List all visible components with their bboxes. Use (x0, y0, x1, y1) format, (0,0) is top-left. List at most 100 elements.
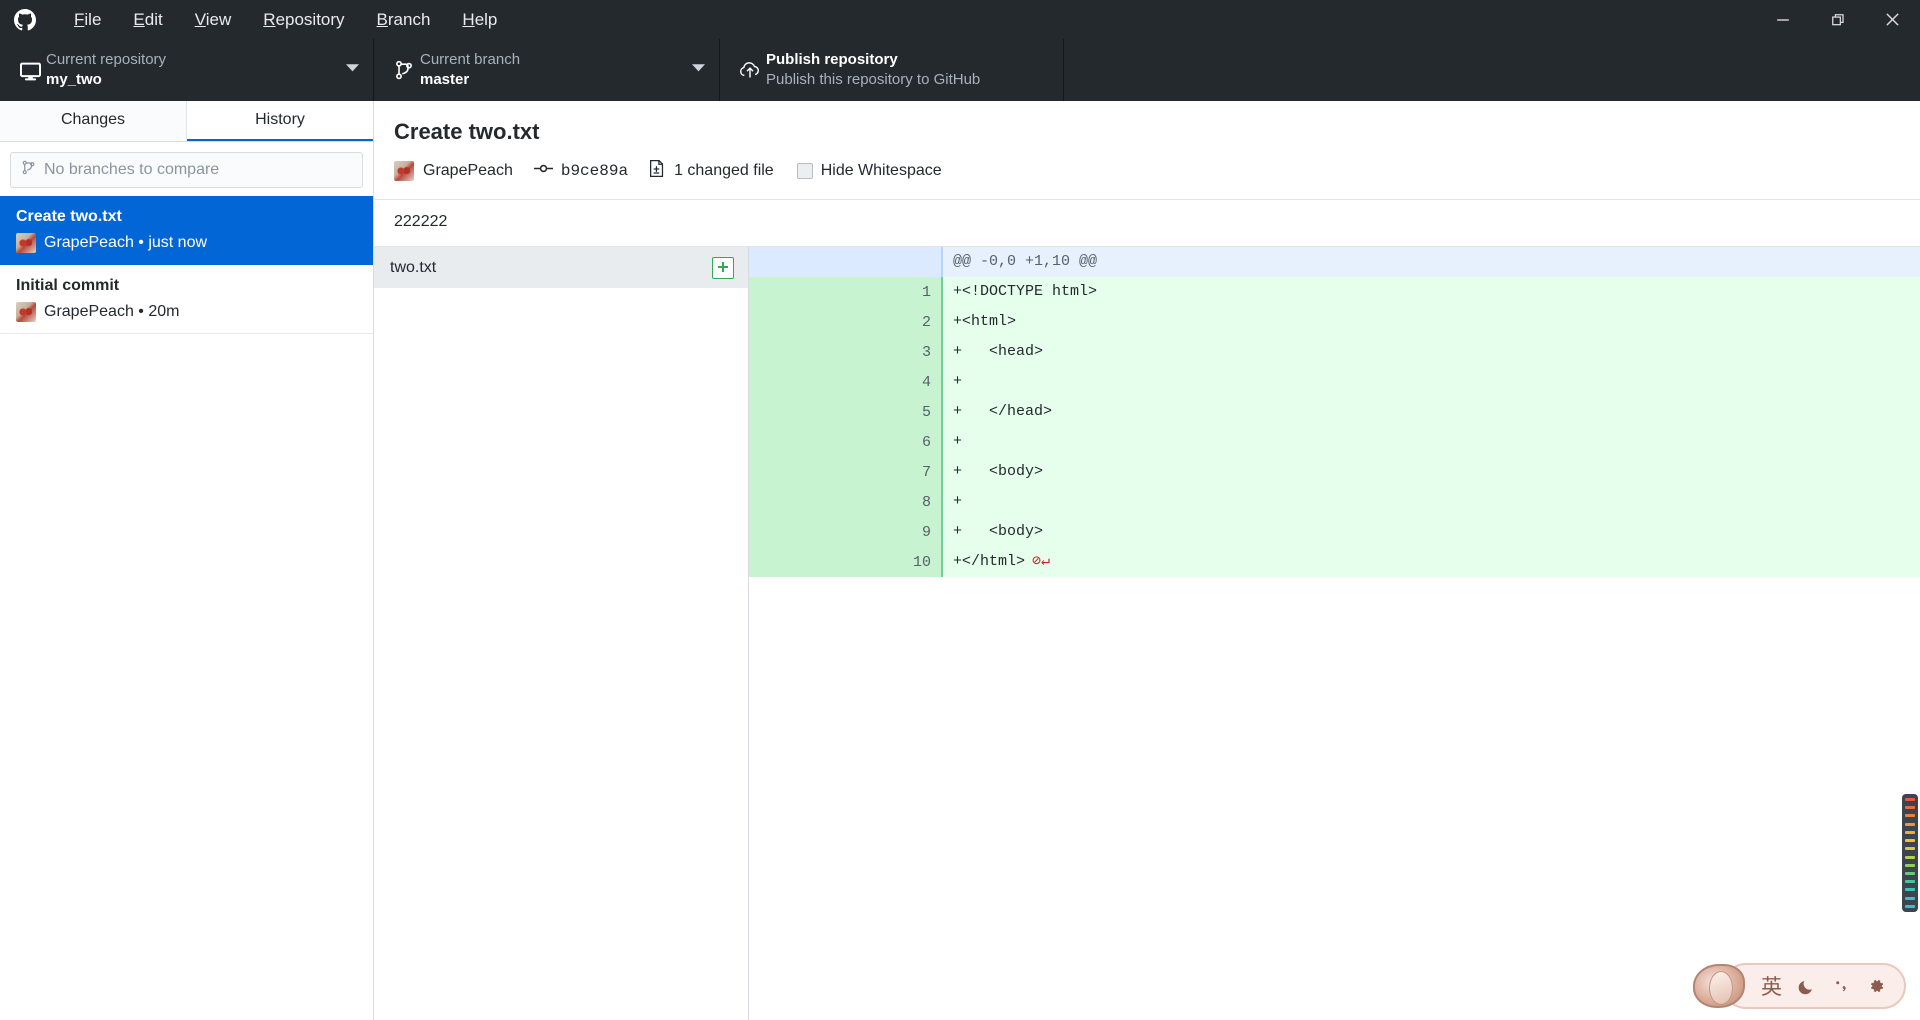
diff-gutter-new: 7 (846, 457, 943, 487)
commit-sha-group[interactable]: b9ce89a (533, 161, 640, 181)
diff-gutter-old (749, 397, 846, 427)
diff-line: 9 + <body> (749, 517, 1920, 547)
commit-author-time: GrapePeach • 20m (44, 303, 180, 321)
menu-item-file[interactable]: File (58, 4, 117, 36)
diff-gutter-old (749, 517, 846, 547)
current-repository-value: my_two (46, 71, 102, 88)
no-newline-icon: ⊘↵ (1032, 553, 1051, 570)
changed-file-list: two.txt (374, 247, 749, 1020)
publish-repository-button[interactable]: Publish repository Publish this reposito… (720, 39, 1064, 101)
commit-sha: b9ce89a (560, 162, 629, 180)
menu-item-edit[interactable]: Edit (117, 4, 178, 36)
menu-item-view[interactable]: View (179, 4, 248, 36)
list-item[interactable]: Initial commit GrapePeach • 20m (0, 265, 373, 335)
changed-files-count: 1 changed file (674, 162, 774, 179)
diff-gutter-old (749, 337, 846, 367)
branch-compare-placeholder: No branches to compare (44, 161, 220, 178)
changed-files-group: 1 changed file (649, 159, 788, 183)
tab-changes[interactable]: Changes (0, 101, 187, 141)
minimize-icon[interactable] (1755, 0, 1810, 39)
diff-code: + (953, 373, 963, 390)
diff-gutter-old (749, 427, 846, 457)
current-branch-value: master (420, 71, 470, 88)
diff-code: +<html> (953, 313, 1017, 330)
diff-viewer[interactable]: @@ -0,0 +1,10 @@ 1 +<!DOCTYPE html> 2 +<… (749, 247, 1920, 1020)
moon-icon[interactable] (1798, 977, 1817, 996)
diff-line: 7 + <body> (749, 457, 1920, 487)
menu-bar: File Edit View Repository Branch Help (58, 4, 513, 36)
comma-icon[interactable] (1833, 977, 1850, 996)
file-and-diff-pane: two.txt @@ -0,0 +1,10 @@ 1 +<!DOCTYPE ht… (374, 247, 1920, 1020)
diff-line: 1 +<!DOCTYPE html> (749, 277, 1920, 307)
commit-title: Initial commit (16, 277, 120, 295)
diff-line: 3 + <head> (749, 337, 1920, 367)
file-diff-icon (649, 159, 666, 183)
diff-line: 6 + (749, 427, 1920, 457)
diff-hunk-text: @@ -0,0 +1,10 @@ (953, 253, 1098, 270)
diff-gutter-old (749, 487, 846, 517)
sidebar: Changes History No branches to compare C… (0, 101, 374, 1020)
ime-pill[interactable]: 英 (1723, 963, 1906, 1009)
gear-icon[interactable] (1866, 976, 1886, 996)
diff-code: +<!DOCTYPE html> (953, 283, 1098, 300)
git-branch-icon (388, 60, 420, 80)
chevron-down-icon (346, 61, 359, 79)
menu-item-branch[interactable]: Branch (361, 4, 447, 36)
hide-whitespace-checkbox[interactable] (796, 163, 813, 179)
diff-hunk-header: @@ -0,0 +1,10 @@ (749, 247, 1920, 277)
diff-gutter-new: 4 (846, 367, 943, 397)
current-repository-label: Current repository (46, 50, 167, 68)
diff-gutter-new: 6 (846, 427, 943, 457)
diff-gutter-new: 9 (846, 517, 943, 547)
commit-detail-pane: Create two.txt GrapePeach b9ce89a 1 chan… (374, 101, 1920, 1020)
current-repository-button[interactable]: Current repository my_two (0, 39, 374, 101)
github-mark-icon (10, 5, 40, 35)
diff-code: + <head> (953, 343, 1044, 360)
tab-history[interactable]: History (187, 101, 373, 141)
commit-meta: GrapePeach • just now (16, 233, 357, 254)
avatar (16, 302, 36, 323)
cloud-upload-icon (734, 58, 766, 82)
commit-description: 222222 (374, 200, 1920, 247)
avatar (16, 233, 36, 254)
diff-gutter-new: 10 (846, 547, 943, 577)
list-item[interactable]: Create two.txt GrapePeach • just now (0, 196, 373, 266)
window-controls (1755, 0, 1920, 39)
diff-gutter-old (749, 247, 846, 277)
file-name: two.txt (390, 258, 437, 276)
commit-summary: Create two.txt GrapePeach b9ce89a 1 chan… (374, 101, 1920, 200)
hide-whitespace-toggle[interactable]: Hide Whitespace (796, 162, 942, 180)
ime-logo-icon (1693, 964, 1745, 1008)
table-row[interactable]: two.txt (374, 247, 748, 288)
diff-gutter-old (749, 367, 846, 397)
plus-icon (712, 256, 734, 279)
restore-icon[interactable] (1810, 0, 1865, 39)
diff-code: + <body> (953, 463, 1044, 480)
close-icon[interactable] (1865, 0, 1920, 39)
diff-code: + (953, 493, 963, 510)
current-branch-button[interactable]: Current branch master (374, 39, 720, 101)
diff-gutter-old (749, 457, 846, 487)
diff-gutter-new: 5 (846, 397, 943, 427)
diff-gutter-new: 8 (846, 487, 943, 517)
diff-line: 8 + (749, 487, 1920, 517)
branch-compare-input[interactable]: No branches to compare (10, 152, 363, 188)
desktop-monitor-icon (14, 60, 46, 81)
diff-code-last: +</html> ⊘↵ (943, 547, 1920, 577)
diff-gutter-old (749, 277, 846, 307)
diff-code: + (953, 433, 963, 450)
ime-floating-bar[interactable]: 英 (1693, 960, 1906, 1012)
ime-level-gauge (1902, 794, 1918, 912)
sidebar-tabs: Changes History (0, 101, 373, 142)
menu-item-repository[interactable]: Repository (247, 4, 360, 36)
diff-gutter-old (749, 547, 846, 577)
title-bar: File Edit View Repository Branch Help (0, 0, 1920, 39)
menu-item-help[interactable]: Help (446, 4, 513, 36)
toolbar: Current repository my_two Current branch… (0, 39, 1920, 101)
diff-line: 10 +</html> ⊘↵ (749, 547, 1920, 577)
diff-gutter-new (846, 247, 943, 277)
diff-gutter-old (749, 307, 846, 337)
commit-list: Create two.txt GrapePeach • just now Ini… (0, 196, 373, 1020)
diff-code: + </head> (953, 403, 1053, 420)
ime-mode-label[interactable]: 英 (1761, 971, 1782, 1001)
